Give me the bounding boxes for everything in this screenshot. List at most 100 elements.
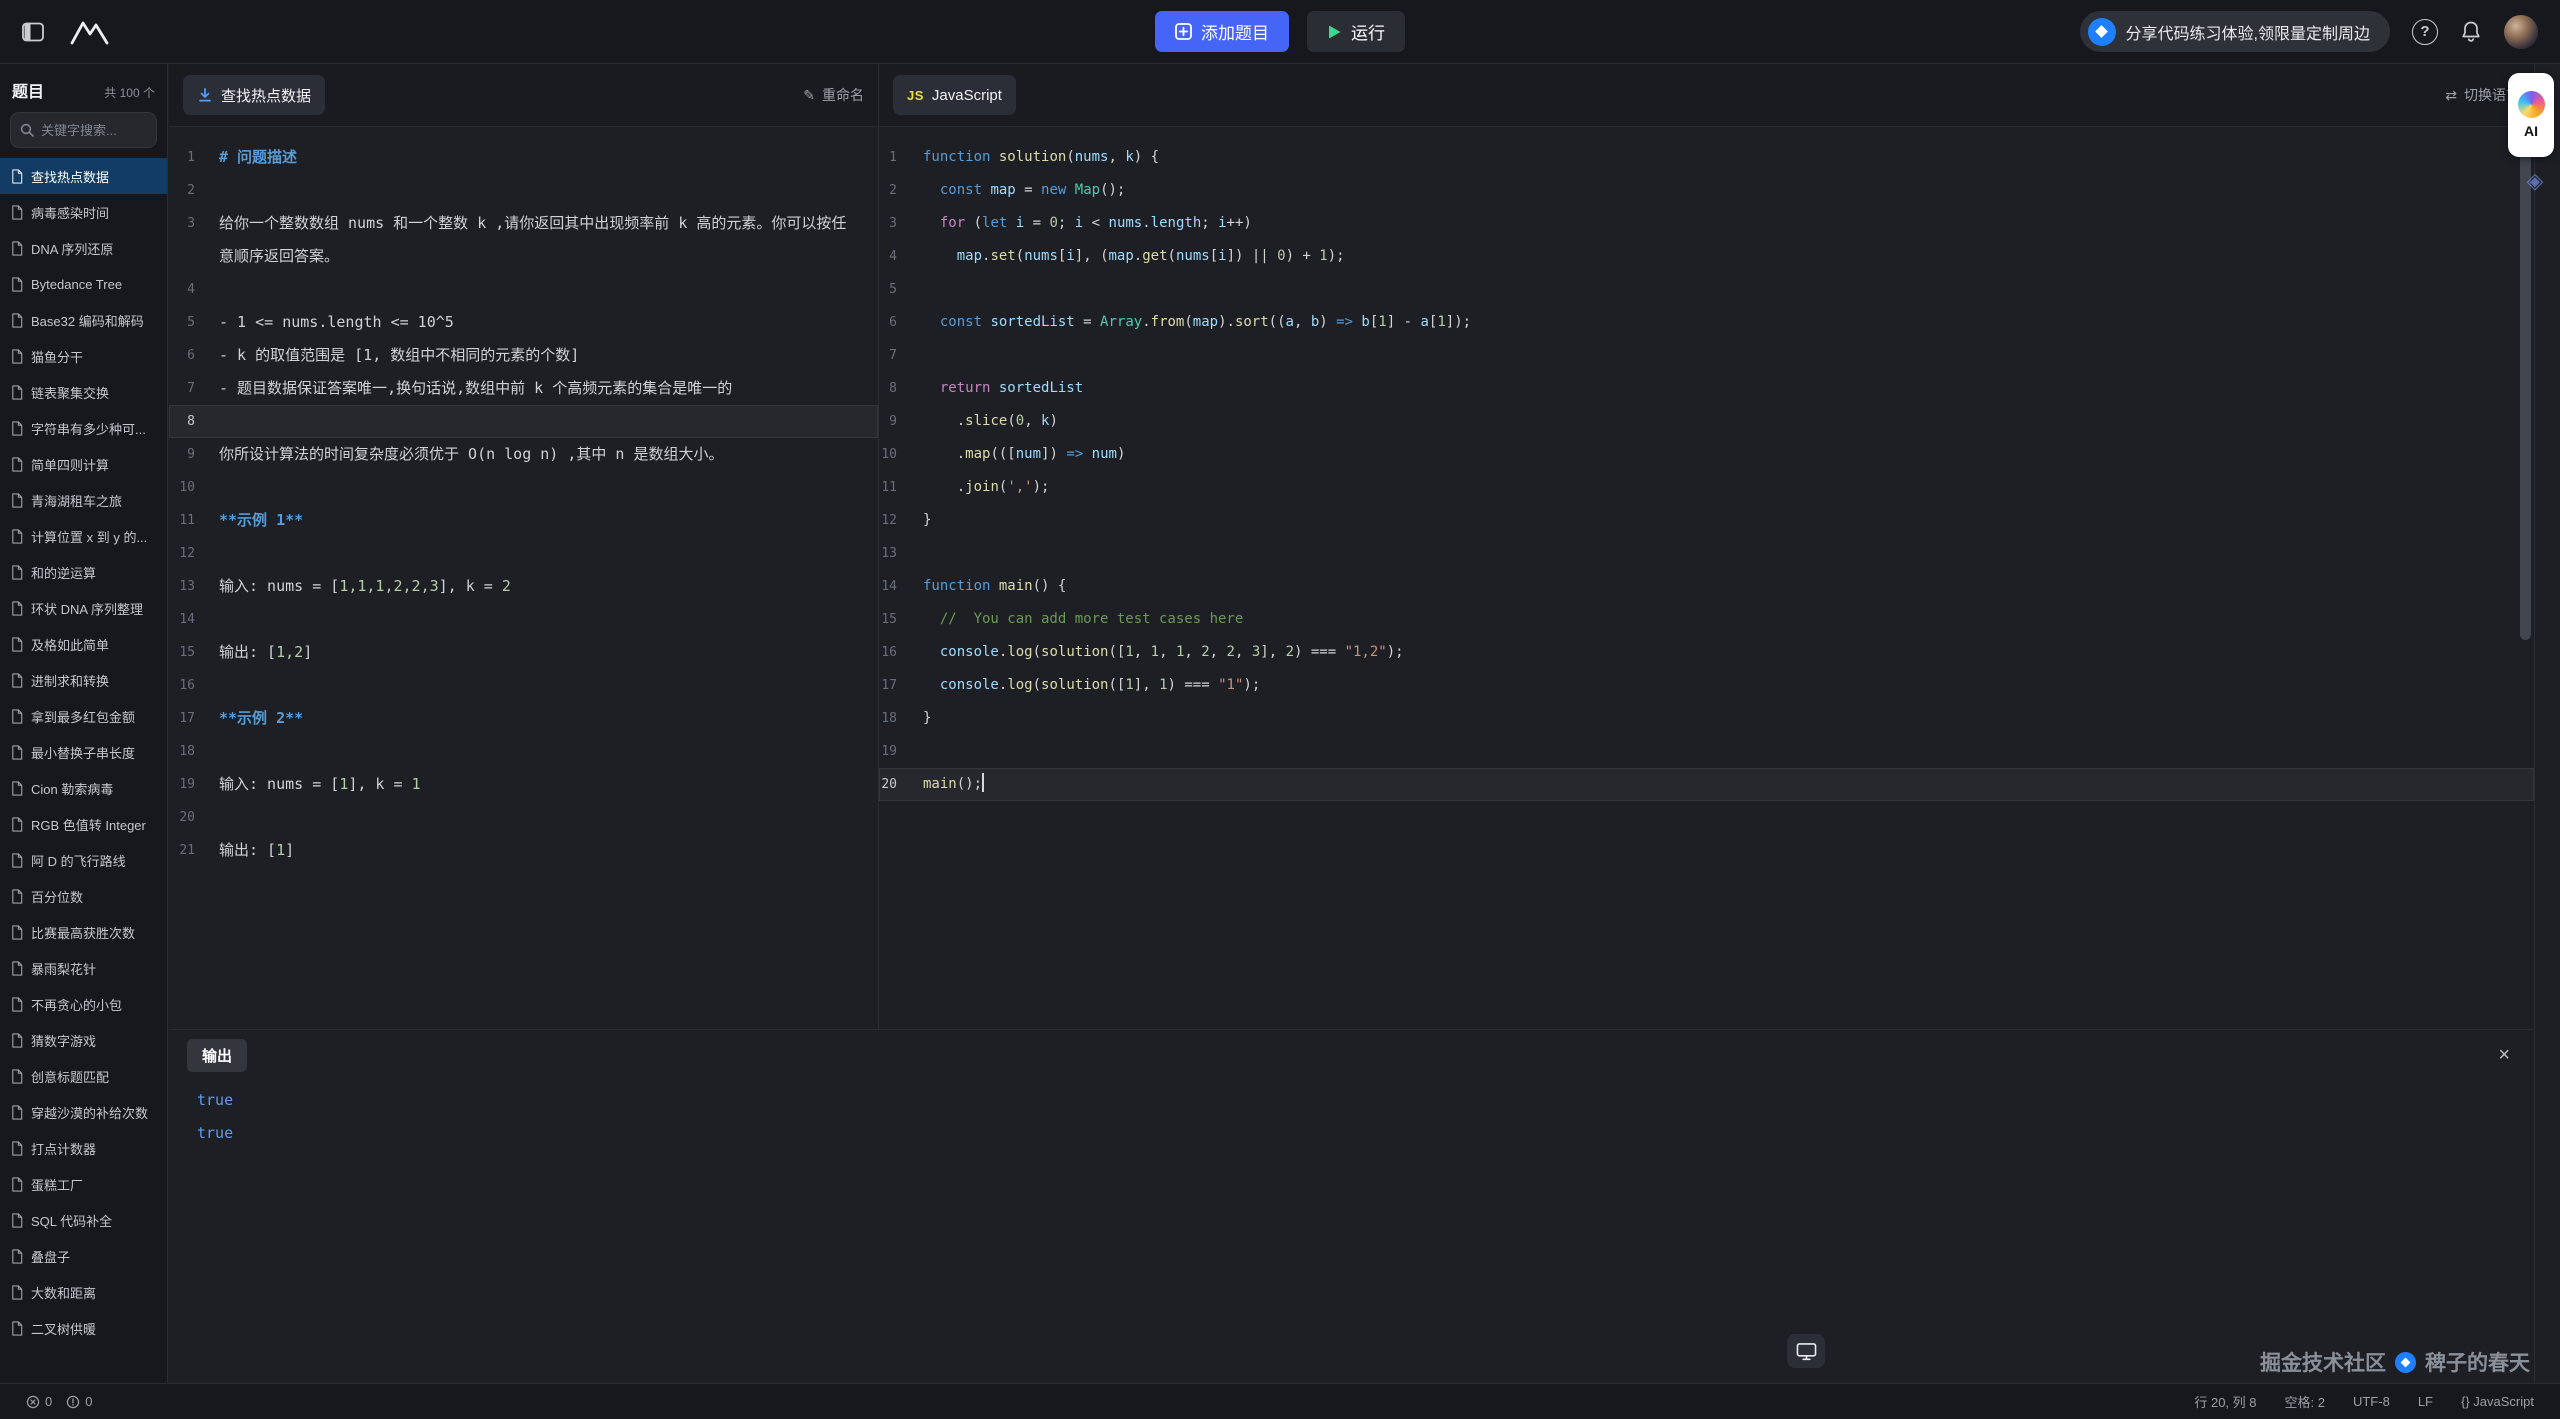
sidebar-item[interactable]: 打点计数器 [0, 1130, 167, 1166]
sidebar-item[interactable]: 百分位数 [0, 878, 167, 914]
editor-line[interactable]: 4 map.set(nums[i], (map.get(nums[i]) || … [879, 240, 2534, 273]
output-tab[interactable]: 输出 [187, 1039, 247, 1072]
search-box[interactable] [10, 112, 157, 148]
editor-line[interactable]: 3 for (let i = 0; i < nums.length; i++) [879, 207, 2534, 240]
sidebar-item[interactable]: 及格如此简单 [0, 626, 167, 662]
avatar[interactable] [2504, 15, 2538, 49]
sidebar-item[interactable]: RGB 色值转 Integer [0, 806, 167, 842]
editor-line[interactable]: 8 [169, 405, 878, 438]
editor-line[interactable]: 8 return sortedList [879, 372, 2534, 405]
sidebar-item[interactable]: 穿越沙漠的补给次数 [0, 1094, 167, 1130]
editor-line[interactable]: 6- k 的取值范围是 [1, 数组中不相同的元素的个数] [169, 339, 878, 372]
editor-line[interactable]: 12 [169, 537, 878, 570]
editor-line[interactable]: 19输入: nums = [1], k = 1 [169, 768, 878, 801]
editor-line[interactable]: 6 const sortedList = Array.from(map).sor… [879, 306, 2534, 339]
editor-line[interactable]: 15 // You can add more test cases here [879, 603, 2534, 636]
sidebar-item[interactable]: 链表聚集交换 [0, 374, 167, 410]
sidebar-item[interactable]: 简单四则计算 [0, 446, 167, 482]
sidebar-item[interactable]: Base32 编码和解码 [0, 302, 167, 338]
sidebar-item[interactable]: 青海湖租车之旅 [0, 482, 167, 518]
editor-line[interactable]: 1function solution(nums, k) { [879, 141, 2534, 174]
editor-line[interactable]: 2 [169, 174, 878, 207]
run-button[interactable]: 运行 [1307, 11, 1405, 52]
editor-line[interactable]: 9 .slice(0, k) [879, 405, 2534, 438]
close-icon[interactable]: × [2492, 1044, 2516, 1067]
encoding[interactable]: UTF-8 [2353, 1394, 2390, 1409]
editor-line[interactable]: 12} [879, 504, 2534, 537]
rename-button[interactable]: ✎ 重命名 [803, 85, 864, 105]
sidebar-item[interactable]: 创意标题匹配 [0, 1058, 167, 1094]
sidebar-item[interactable]: SQL 代码补全 [0, 1202, 167, 1238]
sidebar-item[interactable]: 进制求和转换 [0, 662, 167, 698]
error-counter[interactable]: 0 [26, 1394, 52, 1409]
cursor-position[interactable]: 行 20, 列 8 [2194, 1392, 2256, 1411]
editor-line[interactable]: 11 .join(','); [879, 471, 2534, 504]
editor-line[interactable]: 14function main() { [879, 570, 2534, 603]
search-input[interactable] [41, 123, 147, 138]
editor-line[interactable]: 11**示例 1** [169, 504, 878, 537]
editor-line[interactable]: 18} [879, 702, 2534, 735]
sidebar-item[interactable]: Cion 勒索病毒 [0, 770, 167, 806]
app-logo-icon[interactable] [70, 19, 110, 45]
sidebar-item[interactable]: 不再贪心的小包 [0, 986, 167, 1022]
sidebar-item[interactable]: 拿到最多红包金额 [0, 698, 167, 734]
sidebar-item[interactable]: 猫鱼分干 [0, 338, 167, 374]
editor-line[interactable]: 13输入: nums = [1,1,1,2,2,3], k = 2 [169, 570, 878, 603]
eol-setting[interactable]: LF [2418, 1394, 2433, 1409]
editor-line[interactable]: 17 console.log(solution([1], 1) === "1")… [879, 669, 2534, 702]
promo-banner[interactable]: 分享代码练习体验,领限量定制周边 [2080, 11, 2390, 52]
editor-line[interactable]: 3给你一个整数数组 nums 和一个整数 k ,请你返回其中出现频率前 k 高的… [169, 207, 878, 273]
sidebar-toggle-icon[interactable] [22, 22, 44, 42]
sidebar-item[interactable]: 病毒感染时间 [0, 194, 167, 230]
warning-counter[interactable]: 0 [66, 1394, 92, 1409]
sidebar-item[interactable]: 计算位置 x 到 y 的... [0, 518, 167, 554]
editor-line[interactable]: 14 [169, 603, 878, 636]
editor-line[interactable]: 18 [169, 735, 878, 768]
sidebar-item[interactable]: 和的逆运算 [0, 554, 167, 590]
problem-tab[interactable]: 查找热点数据 [183, 75, 325, 115]
editor-line[interactable]: 16 console.log(solution([1, 1, 1, 2, 2, … [879, 636, 2534, 669]
problem-editor[interactable]: 1# 问题描述23给你一个整数数组 nums 和一个整数 k ,请你返回其中出现… [169, 127, 878, 1029]
editor-line[interactable]: 19 [879, 735, 2534, 768]
editor-line[interactable]: 5 [879, 273, 2534, 306]
sidebar-item[interactable]: 比赛最高获胜次数 [0, 914, 167, 950]
language-tab[interactable]: JS JavaScript [893, 75, 1016, 115]
editor-line[interactable]: 16 [169, 669, 878, 702]
editor-line[interactable]: 4 [169, 273, 878, 306]
code-editor[interactable]: 1function solution(nums, k) {2 const map… [879, 127, 2534, 1029]
sidebar-item[interactable]: 二叉树供暖 [0, 1310, 167, 1346]
help-icon[interactable]: ? [2412, 19, 2438, 45]
sidebar-item[interactable]: 阿 D 的飞行路线 [0, 842, 167, 878]
editor-line[interactable]: 20main(); [879, 768, 2534, 801]
editor-line[interactable]: 20 [169, 801, 878, 834]
indent-setting[interactable]: 空格: 2 [2285, 1392, 2325, 1411]
add-problem-button[interactable]: 添加题目 [1155, 11, 1289, 52]
editor-line[interactable]: 7- 题目数据保证答案唯一,换句话说,数组中前 k 个高频元素的集合是唯一的 [169, 372, 878, 405]
editor-line[interactable]: 7 [879, 339, 2534, 372]
editor-line[interactable]: 21输出: [1] [169, 834, 878, 867]
extension-icon[interactable]: ◈ [2522, 168, 2548, 194]
sidebar-item[interactable]: 大数和距离 [0, 1274, 167, 1310]
sidebar-item[interactable]: 暴雨梨花针 [0, 950, 167, 986]
sidebar-item[interactable]: 字符串有多少种可... [0, 410, 167, 446]
editor-line[interactable]: 17**示例 2** [169, 702, 878, 735]
sidebar-item[interactable]: 猜数字游戏 [0, 1022, 167, 1058]
editor-line[interactable]: 10 .map(([num]) => num) [879, 438, 2534, 471]
editor-line[interactable]: 15输出: [1,2] [169, 636, 878, 669]
sidebar-item[interactable]: 环状 DNA 序列整理 [0, 590, 167, 626]
screen-monitor-button[interactable] [1787, 1334, 1825, 1368]
editor-line[interactable]: 5- 1 <= nums.length <= 10^5 [169, 306, 878, 339]
sidebar-item[interactable]: Bytedance Tree [0, 266, 167, 302]
sidebar-item[interactable]: 查找热点数据 [0, 158, 167, 194]
editor-line[interactable]: 1# 问题描述 [169, 141, 878, 174]
editor-line[interactable]: 10 [169, 471, 878, 504]
editor-line[interactable]: 2 const map = new Map(); [879, 174, 2534, 207]
editor-scrollbar[interactable] [2520, 140, 2531, 640]
sidebar-item[interactable]: 蛋糕工厂 [0, 1166, 167, 1202]
ai-assistant-widget[interactable]: AI [2508, 73, 2554, 157]
editor-line[interactable]: 13 [879, 537, 2534, 570]
editor-line[interactable]: 9你所设计算法的时间复杂度必须优于 O(n log n) ,其中 n 是数组大小… [169, 438, 878, 471]
sidebar-item[interactable]: 最小替换子串长度 [0, 734, 167, 770]
bell-icon[interactable] [2460, 20, 2482, 43]
sidebar-item[interactable]: DNA 序列还原 [0, 230, 167, 266]
